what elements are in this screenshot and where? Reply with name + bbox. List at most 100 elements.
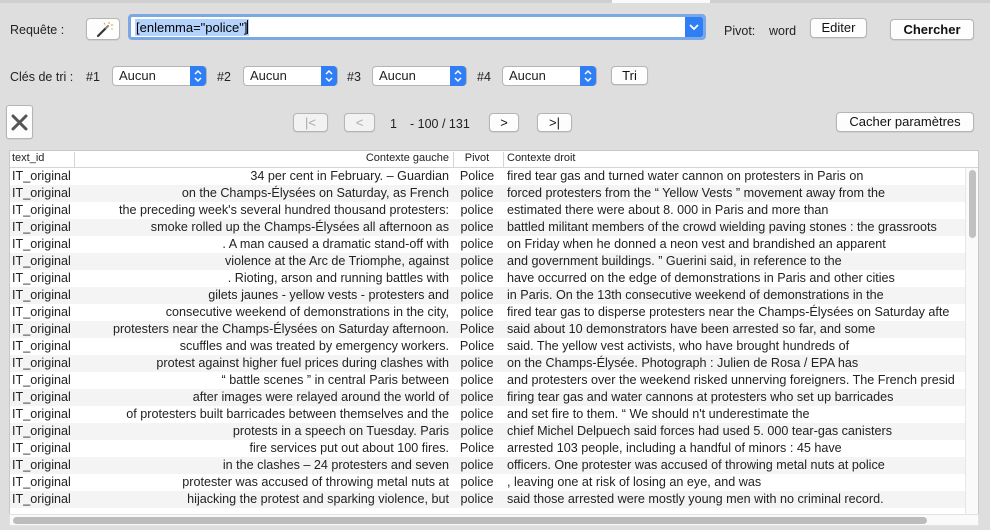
result-range: - 100 / 131 [410,117,470,131]
cell-pivot: police [460,390,494,404]
cell-pivot: police [460,407,494,421]
cell-right-context: and government buildings. ” Guerini said… [507,254,842,268]
cell-left-context: after images were relayed around the wor… [192,390,449,404]
page-number: 1 [390,117,397,131]
pivot-label: Pivot: [724,24,756,38]
cell-left-context: hijacking the protest and sparking viole… [187,492,449,506]
hide-parameters-button[interactable]: Cacher paramètres [836,112,974,132]
table-row[interactable]: IT_original the preceding week's several … [10,202,978,219]
table-row[interactable]: IT_original of protesters built barricade… [10,406,978,423]
cell-right-context: on the Champs-Élysée. Photograph : Julie… [507,356,859,370]
table-row[interactable]: IT_original protests in a speech on Tuesd… [10,423,978,440]
last-page-button[interactable]: >| [537,113,572,132]
sort-key-1-select[interactable]: Aucun [112,66,207,86]
cell-pivot: police [460,475,494,489]
table-row[interactable]: IT_original protesters near the Champs-Él… [10,321,978,338]
cell-right-context: have occurred on the edge of demonstrati… [507,271,895,285]
sort-key-1-label: #1 [86,70,100,84]
cell-left-context: violence at the Arc de Triomphe, against [224,254,449,268]
cell-text-id: IT_original [12,407,71,421]
cell-right-context: in Paris. On the 13th consecutive weeken… [507,288,884,302]
query-value: [enlemma="police"] [136,20,248,35]
pivot-value[interactable]: word [769,24,796,38]
table-row[interactable]: IT_original protester was accused of thro… [10,474,978,491]
cell-left-context: 34 per cent in February. – Guardian [250,169,449,183]
vertical-scrollbar[interactable] [965,168,978,515]
cell-pivot: Police [459,441,495,455]
concordance-table[interactable]: text_id Contexte gauche Pivot Contexte d… [9,150,979,516]
cell-pivot: police [460,424,494,438]
table-row[interactable]: IT_original on the Champs-Élysées on Satu… [10,185,978,202]
table-row[interactable]: IT_original gilets jaunes - yellow vests … [10,287,978,304]
table-row[interactable]: IT_original violence at the Arc de Triomp… [10,253,978,270]
magic-wand-icon [96,22,113,38]
table-row[interactable]: IT_original 34 per cent in February. – Gu… [10,168,978,185]
table-row[interactable]: IT_original smoke rolled up the Champs-Él… [10,219,978,236]
table-row[interactable]: IT_original . A man caused a dramatic sta… [10,236,978,253]
table-row[interactable]: IT_original in the clashes – 24 protester… [10,457,978,474]
horizontal-scrollbar[interactable] [9,514,979,526]
horizontal-scroll-thumb[interactable] [13,517,927,524]
query-assistant-button[interactable] [86,18,120,40]
table-row[interactable]: IT_original consecutive weekend of demons… [10,304,978,321]
cell-left-context: of protesters built barricades between t… [126,407,449,421]
cell-text-id: IT_original [12,356,71,370]
cell-text-id: IT_original [12,237,71,251]
cell-pivot: police [460,305,494,319]
cell-left-context: protesters near the Champs-Élysées on Sa… [112,322,449,336]
cell-text-id: IT_original [12,339,71,353]
edit-button[interactable]: Editer [810,18,867,38]
cell-text-id: IT_original [12,288,71,302]
sort-key-3-label: #3 [347,70,361,84]
cell-left-context: protests in a speech on Tuesday. Paris [232,424,449,438]
cell-right-context: said those arrested were mostly young me… [507,492,884,506]
table-row[interactable]: IT_original “ battle scenes ” in central … [10,372,978,389]
cell-text-id: IT_original [12,169,71,183]
search-button[interactable]: Chercher [890,19,974,40]
top-tab-strip [0,0,990,3]
sort-key-4-select[interactable]: Aucun [502,66,597,86]
cell-pivot: police [460,373,494,387]
table-row[interactable]: IT_original after images were relayed aro… [10,389,978,406]
cell-pivot: police [460,271,494,285]
close-concordance-button[interactable] [6,105,33,139]
header-text-id[interactable]: text_id [12,152,44,164]
header-pivot[interactable]: Pivot [454,152,500,164]
cell-text-id: IT_original [12,271,71,285]
cell-text-id: IT_original [12,220,71,234]
query-history-dropdown[interactable] [685,17,703,37]
cell-right-context: said. The yellow vest activists, who hav… [507,339,850,353]
first-page-button[interactable]: |< [293,113,328,132]
cell-left-context: the preceding week's several hundred tho… [118,203,449,217]
sort-key-2-select[interactable]: Aucun [243,66,338,86]
table-row[interactable]: IT_original protest against higher fuel p… [10,355,978,372]
cell-pivot: police [460,492,494,506]
table-row[interactable]: IT_original hijacking the protest and spa… [10,491,978,508]
next-page-button[interactable]: > [489,113,519,132]
header-right-context[interactable]: Contexte droit [507,152,575,164]
cell-pivot: police [460,186,494,200]
table-row[interactable]: IT_original scuffles and was treated by e… [10,338,978,355]
cell-pivot: police [460,203,494,217]
updown-arrows-icon [194,69,202,83]
cell-left-context: “ battle scenes ” in central Paris betwe… [221,373,450,387]
table-row[interactable]: IT_original . Rioting, arson and running … [10,270,978,287]
sort-key-3-select[interactable]: Aucun [372,66,467,86]
cell-text-id: IT_original [12,186,71,200]
cell-left-context: protester was accused of throwing metal … [182,475,449,489]
cell-text-id: IT_original [12,322,71,336]
query-label: Requête : [10,23,65,37]
cell-right-context: estimated there were about 8. 000 in Par… [507,203,829,217]
cell-right-context: on Friday when he donned a neon vest and… [507,237,886,251]
cell-left-context: consecutive weekend of demonstrations in… [165,305,449,319]
close-icon [11,114,28,131]
cell-right-context: said about 10 demonstrators have been ar… [507,322,876,336]
previous-page-button[interactable]: < [344,113,375,132]
query-input[interactable]: [enlemma="police"] [128,14,706,40]
table-row[interactable]: IT_original fire services put out about 1… [10,440,978,457]
sort-button[interactable]: Tri [611,66,648,85]
header-left-context[interactable]: Contexte gauche [76,152,449,164]
vertical-scroll-thumb[interactable] [969,170,976,238]
cell-pivot: police [460,254,494,268]
sort-key-4-label: #4 [477,70,491,84]
